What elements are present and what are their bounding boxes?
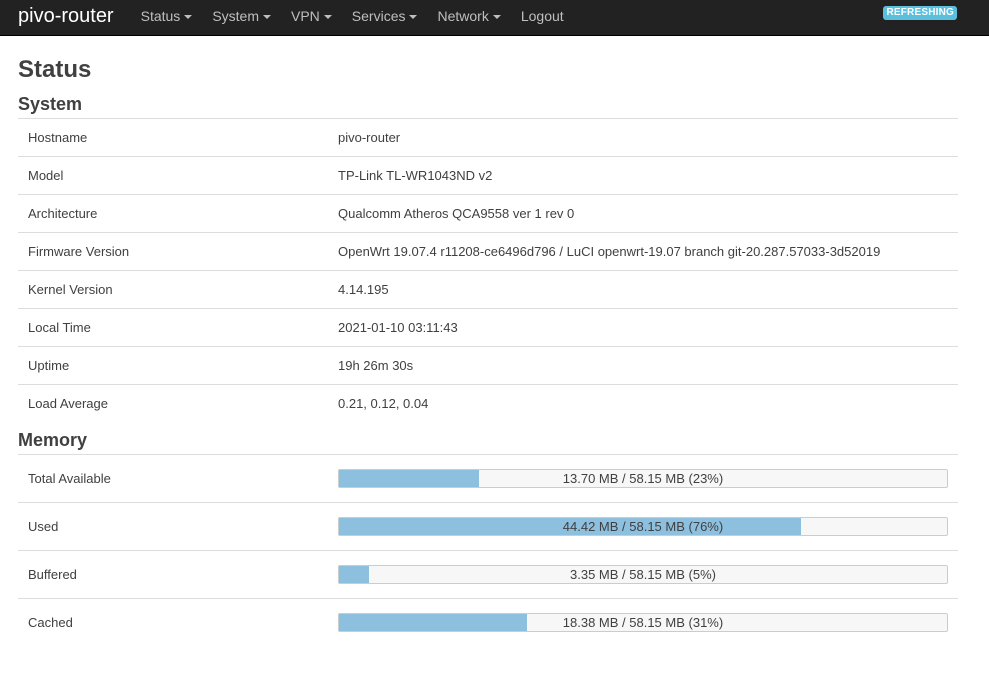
row-value: 44.42 MB / 58.15 MB (76%)	[328, 502, 958, 551]
row-key: Cached	[18, 598, 328, 646]
row-key: Used	[18, 502, 328, 551]
table-row: Used 44.42 MB / 58.15 MB (76%)	[18, 502, 958, 551]
table-row: Load Average 0.21, 0.12, 0.04	[18, 384, 958, 422]
table-row: Kernel Version 4.14.195	[18, 270, 958, 309]
memory-table: Total Available 13.70 MB / 58.15 MB (23%…	[18, 454, 958, 646]
row-value: 19h 26m 30s	[328, 346, 958, 385]
nav-system-label: System	[212, 7, 259, 24]
nav-services-menu[interactable]: Services	[342, 8, 428, 24]
row-key: Kernel Version	[18, 270, 328, 309]
row-value: 4.14.195	[328, 270, 958, 309]
table-row: Hostname pivo-router	[18, 118, 958, 157]
table-row: Total Available 13.70 MB / 58.15 MB (23%…	[18, 454, 958, 503]
row-value: 18.38 MB / 58.15 MB (31%)	[328, 598, 958, 646]
nav-vpn-menu[interactable]: VPN	[281, 8, 342, 24]
system-info-table: Hostname pivo-router Model TP-Link TL-WR…	[18, 118, 958, 422]
row-key: Buffered	[18, 550, 328, 599]
table-row: Buffered 3.35 MB / 58.15 MB (5%)	[18, 550, 958, 599]
nav-status-label: Status	[140, 7, 181, 24]
table-row: Cached 18.38 MB / 58.15 MB (31%)	[18, 598, 958, 646]
row-value: pivo-router	[328, 118, 958, 157]
page-title: Status	[18, 56, 92, 83]
caret-down-icon	[184, 14, 193, 19]
nav-status-menu[interactable]: Status	[131, 8, 203, 24]
main-content: Status System Hostname pivo-router Model…	[0, 36, 989, 646]
row-value: TP-Link TL-WR1043ND v2	[328, 156, 958, 195]
refreshing-badge[interactable]: REFRESHING	[883, 6, 957, 20]
brand-link[interactable]: pivo-router	[18, 6, 114, 26]
memory-section-title: Memory	[18, 430, 88, 450]
nav-vpn-label: VPN	[291, 7, 320, 24]
progress-label: 18.38 MB / 58.15 MB (31%)	[562, 615, 724, 630]
nav-services-label: Services	[351, 7, 406, 24]
memory-progress-bar: 18.38 MB / 58.15 MB (31%)	[338, 613, 948, 632]
row-value: OpenWrt 19.07.4 r11208-ce6496d796 / LuCI…	[328, 232, 958, 271]
row-key: Architecture	[18, 194, 328, 233]
nav-logout-label: Logout	[520, 7, 564, 24]
table-row: Uptime 19h 26m 30s	[18, 346, 958, 385]
caret-down-icon	[492, 14, 501, 19]
system-section-title: System	[18, 94, 83, 114]
row-key: Load Average	[18, 384, 328, 422]
memory-progress-bar: 44.42 MB / 58.15 MB (76%)	[338, 517, 948, 536]
table-row: Firmware Version OpenWrt 19.07.4 r11208-…	[18, 232, 958, 271]
progress-label: 3.35 MB / 58.15 MB (5%)	[570, 567, 716, 582]
row-value: 3.35 MB / 58.15 MB (5%)	[328, 550, 958, 599]
row-key: Uptime	[18, 346, 328, 385]
row-value: Qualcomm Atheros QCA9558 ver 1 rev 0	[328, 194, 958, 233]
row-key: Firmware Version	[18, 232, 328, 271]
main-nav: Status System VPN Services Network Logou…	[131, 8, 574, 26]
caret-down-icon	[263, 14, 271, 19]
memory-progress-bar: 3.35 MB / 58.15 MB (5%)	[338, 565, 948, 584]
row-key: Total Available	[18, 454, 328, 503]
row-key: Local Time	[18, 308, 328, 347]
memory-progress-bar: 13.70 MB / 58.15 MB (23%)	[338, 469, 948, 488]
table-row: Model TP-Link TL-WR1043ND v2	[18, 156, 958, 195]
nav-logout-link[interactable]: Logout	[511, 8, 574, 24]
nav-network-label: Network	[437, 7, 489, 24]
progress-label: 13.70 MB / 58.15 MB (23%)	[562, 471, 724, 486]
nav-network-menu[interactable]: Network	[427, 8, 510, 24]
row-value: 13.70 MB / 58.15 MB (23%)	[328, 454, 958, 503]
caret-down-icon	[409, 14, 418, 19]
progress-label: 44.42 MB / 58.15 MB (76%)	[562, 519, 724, 534]
table-row: Architecture Qualcomm Atheros QCA9558 ve…	[18, 194, 958, 233]
nav-system-menu[interactable]: System	[202, 8, 281, 24]
navbar: pivo-router Status System VPN Services N…	[0, 0, 989, 36]
row-key: Hostname	[18, 118, 328, 157]
row-value: 2021-01-10 03:11:43	[328, 308, 958, 347]
caret-down-icon	[323, 14, 332, 19]
row-key: Model	[18, 156, 328, 195]
table-row: Local Time 2021-01-10 03:11:43	[18, 308, 958, 347]
row-value: 0.21, 0.12, 0.04	[328, 384, 958, 422]
